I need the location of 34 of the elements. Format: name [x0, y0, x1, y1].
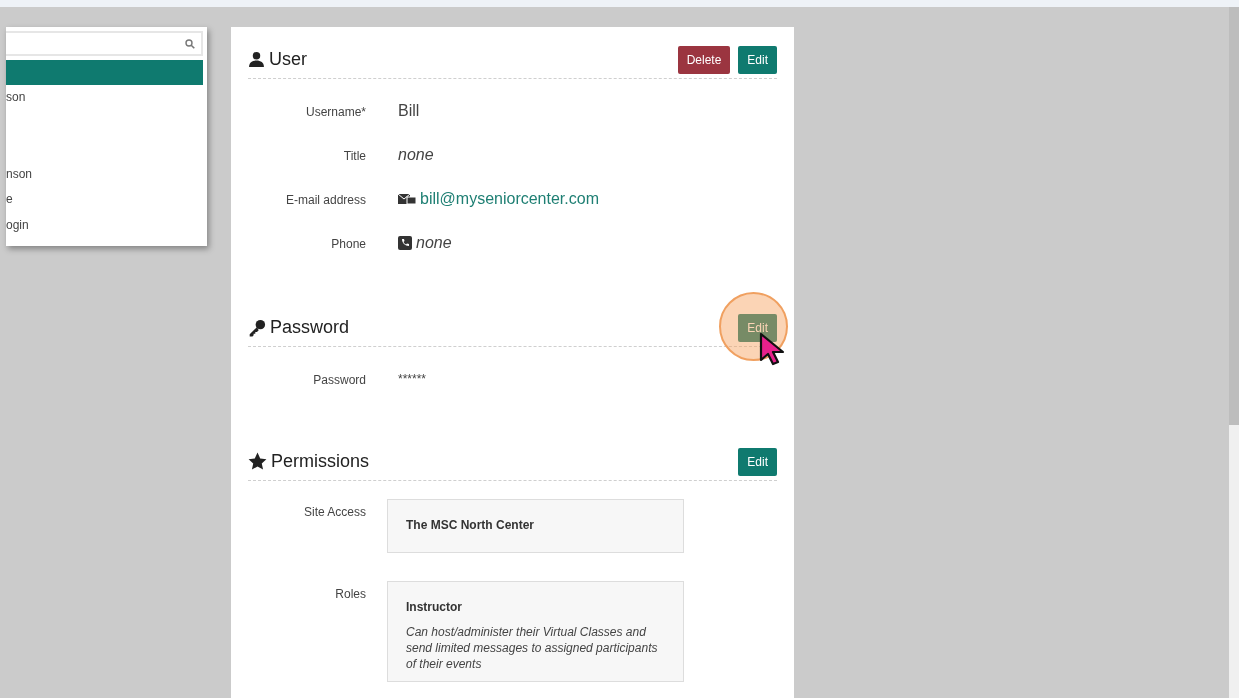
field-label: Roles — [334, 586, 366, 603]
field-value: none — [398, 145, 434, 165]
field-label: Phone — [330, 236, 366, 253]
field-label: Title — [342, 148, 366, 165]
field-label: Password — [312, 372, 366, 389]
edit-button[interactable]: Edit — [738, 447, 777, 476]
section-title: Permissions — [271, 450, 370, 473]
permission-name: Instructor — [406, 599, 463, 616]
scrollbar[interactable] — [1229, 7, 1239, 698]
section-title: Password — [270, 316, 350, 339]
user-list-item[interactable]: nson — [6, 161, 203, 188]
search-field[interactable] — [6, 31, 203, 56]
edit-button[interactable]: Edit — [738, 45, 777, 74]
field-value: ****** — [398, 371, 427, 388]
user-list-item[interactable] — [6, 60, 203, 85]
key-icon — [248, 318, 266, 337]
permission-name: The MSC North Center — [406, 517, 535, 534]
field-value: none — [416, 233, 452, 253]
field-value: Bill — [398, 101, 420, 121]
permission-description: Can host/administer their Virtual Classes and send limited messages to assigned participants of their events — [406, 624, 659, 673]
user-icon — [248, 51, 265, 68]
user-list-item[interactable]: e — [6, 187, 203, 213]
phone-icon — [398, 236, 412, 250]
star-icon — [248, 452, 267, 471]
search-icon — [185, 38, 195, 49]
delete-button[interactable]: Delete — [677, 45, 731, 74]
field-label: Username* — [304, 104, 366, 121]
user-list-item[interactable]: ogin — [6, 212, 203, 239]
user-list-item[interactable]: son — [6, 85, 203, 111]
field-label: E-mail address — [284, 192, 366, 209]
email-icon — [398, 192, 416, 206]
section-title: User — [269, 48, 307, 71]
field-label: Site Access — [302, 504, 366, 521]
email-link[interactable]: bill@myseniorcenter.com — [420, 187, 599, 211]
